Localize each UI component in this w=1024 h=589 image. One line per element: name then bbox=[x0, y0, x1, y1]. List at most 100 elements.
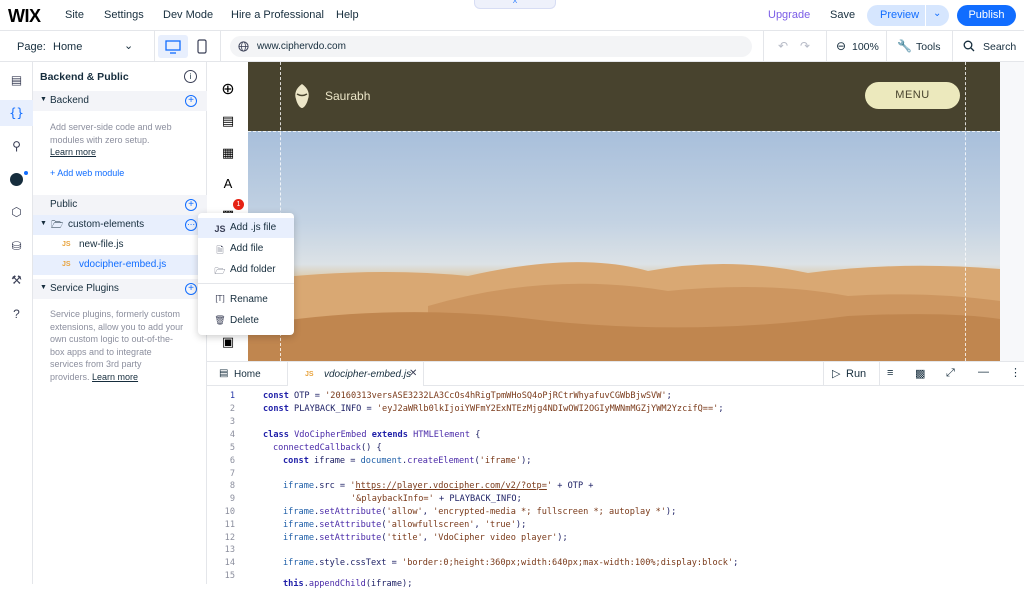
minimize-icon[interactable]: — bbox=[978, 366, 989, 378]
more-options-icon[interactable]: ⋮ bbox=[1010, 366, 1021, 379]
globe-icon bbox=[238, 41, 249, 52]
add-backend-icon[interactable]: + bbox=[185, 95, 197, 107]
chevron-down-icon[interactable]: ⌄ bbox=[933, 8, 941, 19]
service-plugins-learn-more-link[interactable]: Learn more bbox=[92, 372, 138, 382]
public-section-header[interactable]: Public + bbox=[33, 195, 207, 215]
rename-item[interactable]: [T] Rename bbox=[198, 290, 294, 310]
file-new-file[interactable]: JS new-file.js bbox=[33, 235, 207, 255]
site-canvas[interactable]: Saurabh MENU bbox=[248, 62, 1000, 361]
site-url: www.ciphervdo.com bbox=[257, 41, 346, 52]
add-folder-item[interactable]: 🗁 Add folder bbox=[198, 260, 294, 280]
divider bbox=[886, 31, 887, 62]
code-line: iframe.setAttribute('allow', 'encrypted-… bbox=[283, 507, 677, 517]
menu-site[interactable]: Site bbox=[65, 9, 84, 21]
code-braces-icon[interactable]: {} bbox=[0, 100, 33, 126]
wix-logo[interactable]: WIX bbox=[8, 6, 41, 27]
add-service-plugin-icon[interactable]: + bbox=[185, 283, 197, 295]
backend-label: Backend bbox=[50, 95, 89, 106]
line-number: 8 bbox=[229, 481, 235, 491]
preview-button-group: Preview ⌄ bbox=[867, 5, 949, 26]
menu-hire-professional[interactable]: Hire a Professional bbox=[231, 9, 324, 21]
properties-icon[interactable]: ▩ bbox=[915, 367, 925, 380]
zoom-level[interactable]: 100% bbox=[852, 41, 879, 53]
editor-tab-bar: ▤ Home JS vdocipher-embed.js ✕ ▷ Run ≡ ▩… bbox=[207, 361, 1024, 386]
more-actions-icon[interactable]: ⋯ bbox=[185, 219, 197, 231]
add-element-icon[interactable]: ⊕ bbox=[220, 82, 236, 98]
site-design-icon[interactable]: A bbox=[220, 176, 236, 192]
tab-home[interactable]: Home bbox=[234, 369, 261, 380]
run-button[interactable]: Run bbox=[846, 368, 866, 380]
tools-button[interactable]: Tools bbox=[916, 41, 941, 53]
redo-icon[interactable]: ↷ bbox=[800, 39, 810, 53]
preview-button[interactable]: Preview bbox=[880, 9, 919, 21]
code-sidebar-panel: Backend & Public i ▼ Backend + Add serve… bbox=[33, 62, 207, 584]
js-file-icon: JS bbox=[214, 224, 226, 234]
panel-title: Backend & Public bbox=[40, 71, 129, 83]
desktop-view-button[interactable] bbox=[158, 35, 188, 58]
add-js-file-item[interactable]: JS Add .js file bbox=[198, 218, 294, 238]
service-plugins-section-header[interactable]: ▼ Service Plugins + bbox=[33, 279, 207, 299]
line-number: 11 bbox=[224, 520, 235, 530]
menu-dev-mode[interactable]: Dev Mode bbox=[163, 9, 213, 21]
notification-dot bbox=[24, 171, 28, 175]
publish-button[interactable]: Publish bbox=[957, 5, 1016, 26]
undo-icon[interactable]: ↶ bbox=[778, 39, 788, 53]
save-button[interactable]: Save bbox=[830, 9, 855, 21]
line-number: 3 bbox=[229, 417, 235, 427]
upgrade-link[interactable]: Upgrade bbox=[768, 9, 810, 21]
expand-icon[interactable]: ⤢ bbox=[946, 367, 955, 380]
delete-item[interactable]: 🗑 Delete bbox=[198, 311, 294, 331]
menu-help[interactable]: Help bbox=[336, 9, 359, 21]
sections-icon[interactable]: ▤ bbox=[220, 113, 236, 129]
search-icon[interactable] bbox=[963, 40, 975, 52]
file-vdocipher-embed[interactable]: JS vdocipher-embed.js bbox=[33, 255, 207, 275]
code-line: iframe.setAttribute('allowfullscreen', '… bbox=[283, 520, 527, 530]
search-code-icon[interactable]: ⚲ bbox=[0, 133, 33, 159]
package-icon[interactable]: ⬡ bbox=[0, 199, 33, 225]
mobile-view-button[interactable] bbox=[192, 35, 212, 58]
tab-vdocipher-embed[interactable]: JS vdocipher-embed.js ✕ bbox=[287, 362, 424, 386]
code-line: this.appendChild(iframe); bbox=[283, 579, 413, 589]
help-icon[interactable]: ? bbox=[0, 301, 33, 327]
chevron-down-icon[interactable]: ⌄ bbox=[124, 39, 133, 52]
hero-image[interactable] bbox=[248, 131, 1000, 361]
backend-learn-more-link[interactable]: Learn more bbox=[50, 147, 96, 157]
backend-description: Add server-side code and web modules wit… bbox=[50, 122, 172, 157]
page-icon: ▤ bbox=[219, 368, 229, 379]
pages-menu-icon[interactable]: ▦ bbox=[220, 145, 236, 161]
close-icon[interactable]: ✕ bbox=[409, 368, 417, 379]
business-tools-icon[interactable]: ▣ bbox=[220, 334, 236, 350]
collapse-handle[interactable]: ^ bbox=[474, 0, 556, 9]
backend-section-header[interactable]: ▼ Backend + bbox=[33, 91, 207, 111]
site-header[interactable]: Saurabh MENU bbox=[248, 62, 1000, 131]
canvas-right-gutter bbox=[1000, 62, 1024, 361]
github-icon[interactable] bbox=[0, 166, 33, 192]
info-icon[interactable]: i bbox=[184, 70, 197, 83]
page-select-value[interactable]: Home bbox=[53, 41, 82, 53]
site-menu-button[interactable]: MENU bbox=[865, 82, 960, 109]
folder-custom-elements[interactable]: ▼ 🗁 custom-elements ⋯ bbox=[33, 215, 207, 235]
search-button[interactable]: Search bbox=[983, 41, 1016, 53]
section-guide bbox=[248, 131, 1000, 132]
caret-down-icon: ▼ bbox=[40, 284, 47, 291]
database-icon[interactable]: ⛁ bbox=[0, 233, 33, 259]
public-label: Public bbox=[50, 199, 78, 210]
developer-tools-icon[interactable]: ⚒ bbox=[0, 267, 33, 293]
url-bar[interactable]: www.ciphervdo.com bbox=[230, 36, 752, 57]
add-file-item[interactable]: 🗎 Add file bbox=[198, 239, 294, 259]
file-context-menu: JS Add .js file 🗎 Add file 🗁 Add folder … bbox=[198, 213, 294, 335]
code-editor[interactable]: 1 2 3 4 5 6 7 8 9 10 11 12 13 14 15 const OTP = '20160… bbox=[207, 386, 1024, 589]
divider bbox=[879, 362, 880, 386]
add-public-icon[interactable]: + bbox=[185, 199, 197, 211]
zoom-out-icon[interactable]: ⊖ bbox=[836, 39, 846, 53]
line-number: 2 bbox=[229, 404, 235, 414]
folder-icon: 🗁 bbox=[51, 220, 64, 231]
code-line: connectedCallback() { bbox=[273, 443, 382, 453]
menu-settings[interactable]: Settings bbox=[104, 9, 144, 21]
add-web-module-link[interactable]: + Add web module bbox=[50, 168, 124, 178]
format-icon[interactable]: ≡ bbox=[887, 367, 893, 379]
pages-icon[interactable]: ▤ bbox=[0, 67, 33, 93]
wrench-icon[interactable]: 🔧 bbox=[897, 39, 912, 53]
service-plugins-label: Service Plugins bbox=[50, 283, 119, 294]
line-number: 6 bbox=[229, 456, 235, 466]
